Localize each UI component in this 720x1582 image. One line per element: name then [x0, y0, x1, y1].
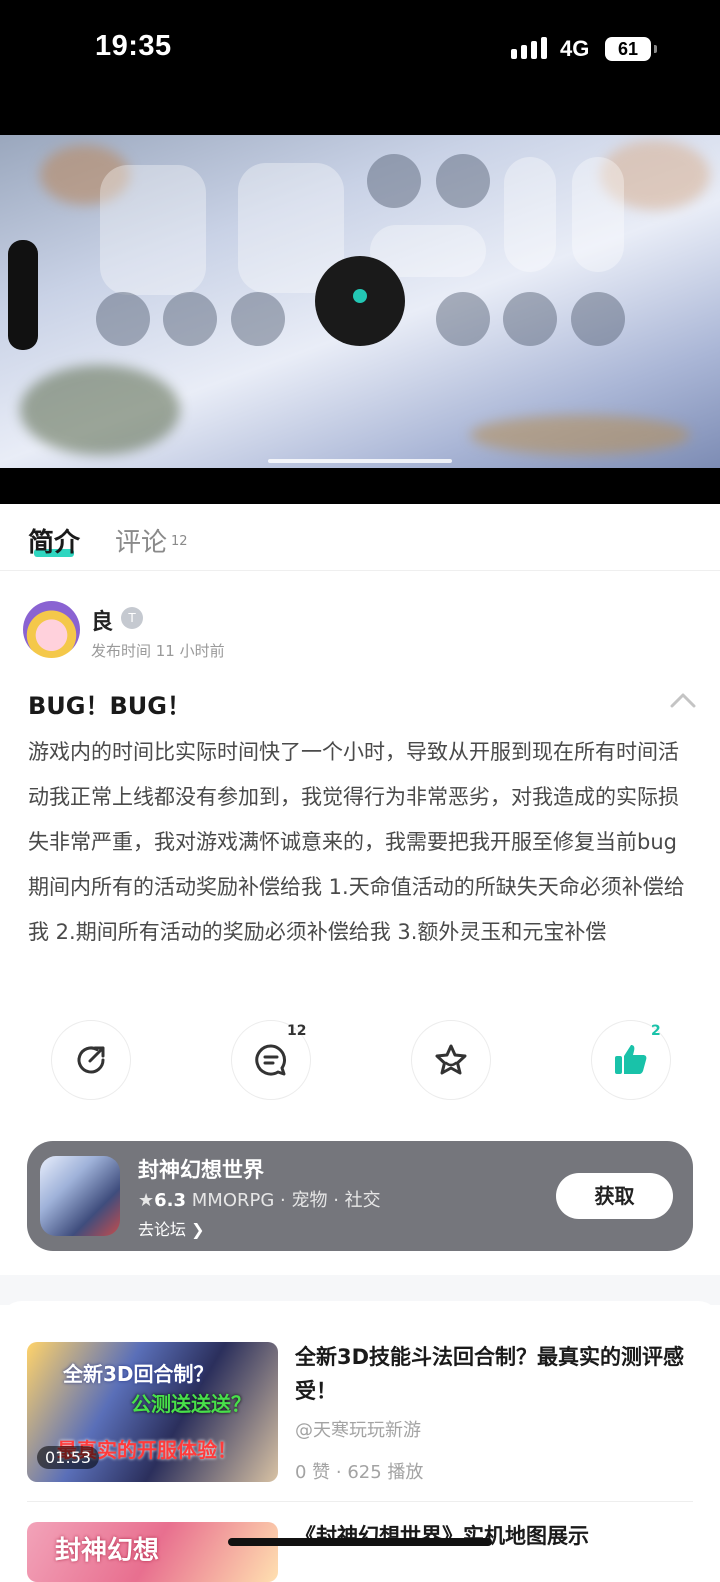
thumbs-up-icon: [615, 1045, 647, 1074]
flashlight-icon: [96, 292, 150, 346]
video-thumbnail[interactable]: 全新3D回合制？ 公测送送送？ 最真实的开服体验！ 01:53: [27, 1342, 278, 1482]
comments-count-badge: 12: [171, 534, 188, 549]
post-title: BUG！BUG！: [28, 692, 191, 720]
camera-icon: [231, 292, 285, 346]
tab-comments[interactable]: 评论 12: [115, 522, 188, 559]
game-name: 封神幻想世界: [138, 1158, 264, 1182]
game-icon: [40, 1156, 120, 1236]
recommendation-title[interactable]: 全新3D技能斗法回合制？最真实的测评感受！: [295, 1340, 690, 1408]
game-meta: ★6.3 MMORPG · 宠物 · 社交: [138, 1186, 381, 1212]
author-avatar[interactable]: [23, 601, 80, 658]
screen-mirror-icon: [436, 154, 490, 208]
video-player[interactable]: [0, 135, 720, 468]
get-button[interactable]: 获取: [556, 1173, 673, 1219]
game-tags: MMORPG · 宠物 · 社交: [191, 1190, 381, 1211]
signal-icon: [511, 37, 547, 59]
tab-intro[interactable]: 简介: [28, 522, 80, 559]
sound-recognition-icon: [436, 292, 490, 346]
publish-time: 发布时间 11 小时前: [91, 642, 225, 660]
status-time: 19:35: [95, 30, 172, 62]
video-duration: 01:53: [37, 1446, 100, 1469]
post-body: 游戏内的时间比实际时间快了一个小时，导致从开服到现在所有时间活动我正常上线都没有…: [28, 740, 685, 944]
game-rating: 6.3: [154, 1190, 187, 1211]
home-indicator[interactable]: [228, 1538, 492, 1546]
side-handle[interactable]: [8, 240, 38, 350]
tab-bar: 简介 评论 12: [0, 504, 720, 571]
author-level-badge: T: [121, 607, 143, 629]
star-icon: [435, 1044, 467, 1075]
author-name[interactable]: 良: [91, 604, 113, 636]
comment-icon: [255, 1044, 287, 1076]
floating-assistive-button[interactable]: [315, 256, 405, 346]
divider: [27, 1501, 693, 1502]
chevron-up-icon[interactable]: [670, 690, 696, 710]
calculator-icon: [163, 292, 217, 346]
star-icon: ★: [138, 1190, 155, 1211]
status-bar: 19:35 4G 61: [0, 0, 720, 135]
recommendation-author[interactable]: @天寒玩玩新游: [295, 1416, 421, 1442]
network-type: 4G: [560, 36, 590, 61]
share-icon: [77, 1046, 105, 1074]
video-bottom-bar: [0, 468, 720, 504]
recommendation-stats: 0 赞 · 625 播放: [295, 1462, 424, 1483]
comment-count: 12: [287, 1023, 307, 1039]
battery-icon: 61: [605, 37, 657, 61]
like-count: 2: [651, 1023, 661, 1039]
game-card[interactable]: 封神幻想世界 ★6.3 MMORPG · 宠物 · 社交 去论坛 ❯ 获取: [27, 1141, 693, 1251]
chevron-right-icon: ❯: [191, 1220, 205, 1239]
accessibility-icon: [571, 292, 625, 346]
share-button[interactable]: [51, 1020, 131, 1100]
video-thumbnail[interactable]: 封神幻想: [27, 1522, 278, 1582]
lock-rotation-icon: [367, 154, 421, 208]
forum-link[interactable]: 去论坛 ❯: [138, 1216, 205, 1240]
video-progress-indicator: [268, 459, 452, 463]
screen-record-icon: [503, 292, 557, 346]
favorite-button[interactable]: [411, 1020, 491, 1100]
